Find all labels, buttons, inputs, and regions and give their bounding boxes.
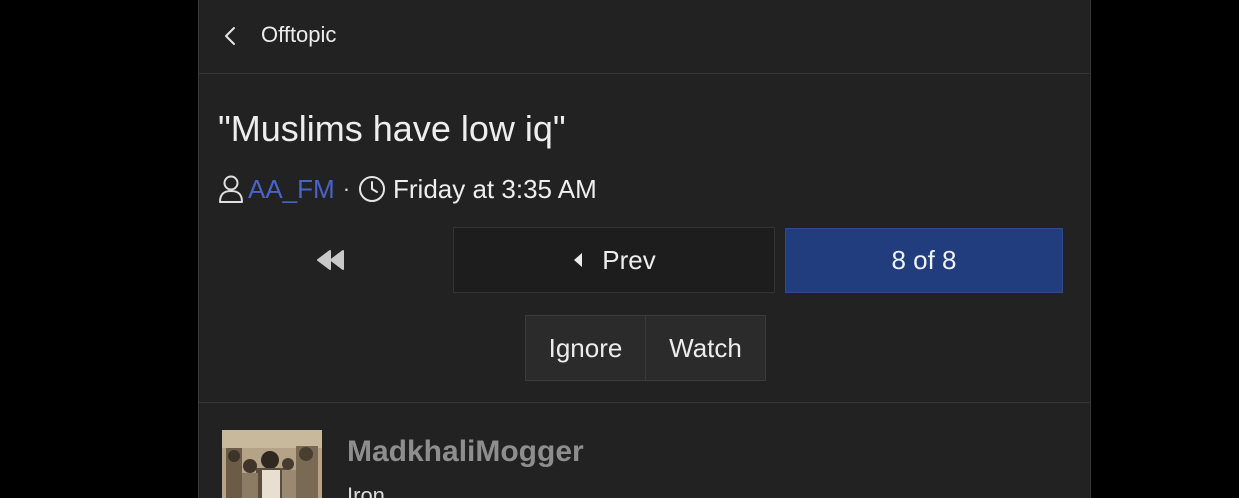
post-user-rank: Iron bbox=[347, 483, 385, 498]
watch-button[interactable]: Watch bbox=[646, 315, 766, 381]
first-page-button[interactable] bbox=[291, 228, 371, 292]
triangle-left-icon bbox=[574, 253, 583, 267]
breadcrumb-forum-link[interactable]: Offtopic bbox=[261, 22, 336, 48]
chevron-left-icon[interactable] bbox=[221, 25, 241, 47]
thread-title: "Muslims have low iq" bbox=[218, 108, 566, 149]
avatar[interactable] bbox=[222, 430, 322, 498]
post-username[interactable]: MadkhaliMogger bbox=[347, 435, 584, 469]
page-indicator: 8 of 8 bbox=[891, 245, 957, 275]
double-chevron-left-icon bbox=[317, 250, 344, 270]
clock-icon bbox=[359, 176, 386, 202]
page-selector-button[interactable]: 8 of 8 bbox=[785, 228, 1063, 293]
user-icon bbox=[219, 175, 243, 203]
ignore-button[interactable]: Ignore bbox=[525, 315, 646, 381]
avatar-image bbox=[222, 430, 322, 498]
thread-actions: Ignore Watch bbox=[525, 315, 766, 381]
top-bar: Offtopic bbox=[199, 0, 1090, 74]
thread-meta: AA_FM · Friday at 3:35 AM bbox=[218, 172, 597, 206]
thread-date: Friday at 3:35 AM bbox=[393, 173, 597, 204]
thread-page: Offtopic "Muslims have low iq" AA_FM · F… bbox=[198, 0, 1091, 498]
prev-page-button[interactable]: Prev bbox=[453, 227, 775, 293]
prev-label: Prev bbox=[602, 244, 656, 275]
thread-author-link[interactable]: AA_FM bbox=[248, 174, 335, 205]
meta-separator: · bbox=[342, 176, 351, 201]
post: MadkhaliMogger Iron bbox=[199, 402, 1090, 498]
